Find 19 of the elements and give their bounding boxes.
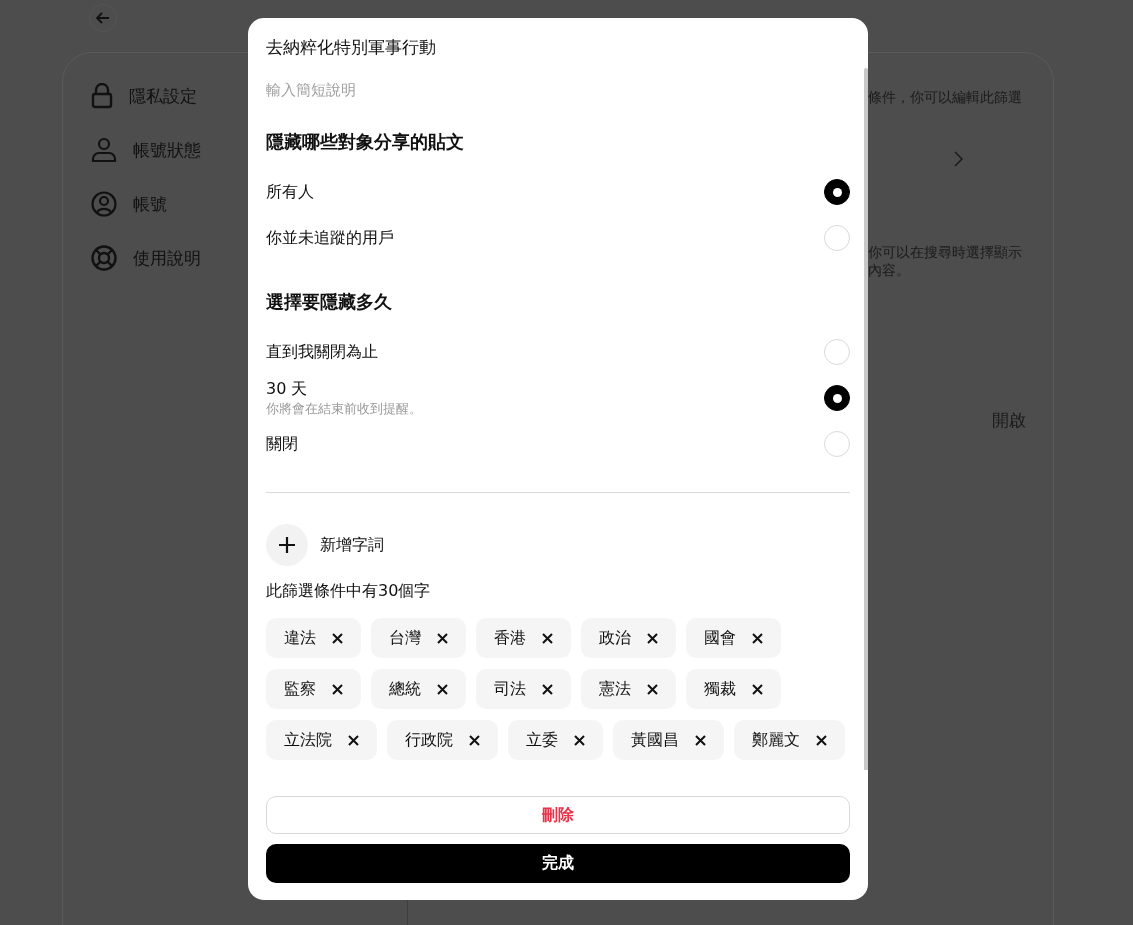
- word-chip: 總統: [371, 669, 466, 709]
- word-chip: 違法: [266, 618, 361, 658]
- word-chip: 行政院: [387, 720, 498, 760]
- word-chip: 司法: [476, 669, 571, 709]
- word-chip: 立委: [508, 720, 603, 760]
- dialog-title: 去納粹化特別軍事行動: [266, 36, 437, 58]
- word-chip: 政治: [581, 618, 676, 658]
- word-chip: 鄭麗文: [734, 720, 845, 760]
- word-count: 此篩選條件中有30個字: [266, 580, 432, 602]
- word-chip: 獨裁: [686, 669, 781, 709]
- word-chip: 香港: [476, 618, 571, 658]
- word-chip: 憲法: [581, 669, 676, 709]
- section-heading: 隱藏哪些對象分享的貼文: [266, 130, 465, 154]
- word-chip: 台灣: [371, 618, 466, 658]
- word-chip: 立法院: [266, 720, 377, 760]
- word-chip: 黃國昌: [613, 720, 724, 760]
- word-chip: 國會: [686, 618, 781, 658]
- section-heading: 選擇要隱藏多久: [266, 290, 393, 314]
- word-chip: 監察: [266, 669, 361, 709]
